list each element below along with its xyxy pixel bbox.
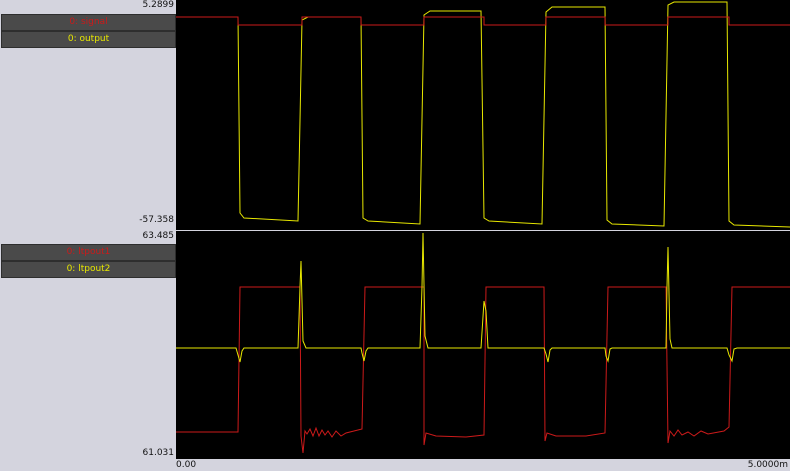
trace-label-output[interactable]: 0: output xyxy=(1,31,176,48)
panel1-ymax: 5.2899 xyxy=(142,0,175,10)
trace-label-ltpout1[interactable]: 0: ltpout1 xyxy=(1,244,176,261)
panel2-svg xyxy=(176,232,790,454)
panel1-plot[interactable] xyxy=(176,0,790,230)
panel2-ymax: 63.485 xyxy=(142,231,175,241)
panel1-legend: 0: signal 0: output xyxy=(0,0,176,230)
panel2-legend: 0: ltpout1 0: ltpout2 xyxy=(0,230,176,460)
trace-label-ltpout2[interactable]: 0: ltpout2 xyxy=(1,261,176,278)
panel1-ymin: -57.358 xyxy=(139,215,174,225)
panel1-svg xyxy=(176,1,790,228)
trace-label-signal[interactable]: 0: signal xyxy=(1,14,176,31)
xaxis-end: 5.0000m xyxy=(747,460,788,470)
xaxis-start: 0.00 xyxy=(176,460,197,470)
trace-ltpout2 xyxy=(176,232,790,363)
trace-signal xyxy=(176,16,790,26)
panel2-ymin: 61.031 xyxy=(142,448,175,458)
panel2-plot[interactable] xyxy=(176,231,790,459)
trace-output xyxy=(176,1,790,228)
